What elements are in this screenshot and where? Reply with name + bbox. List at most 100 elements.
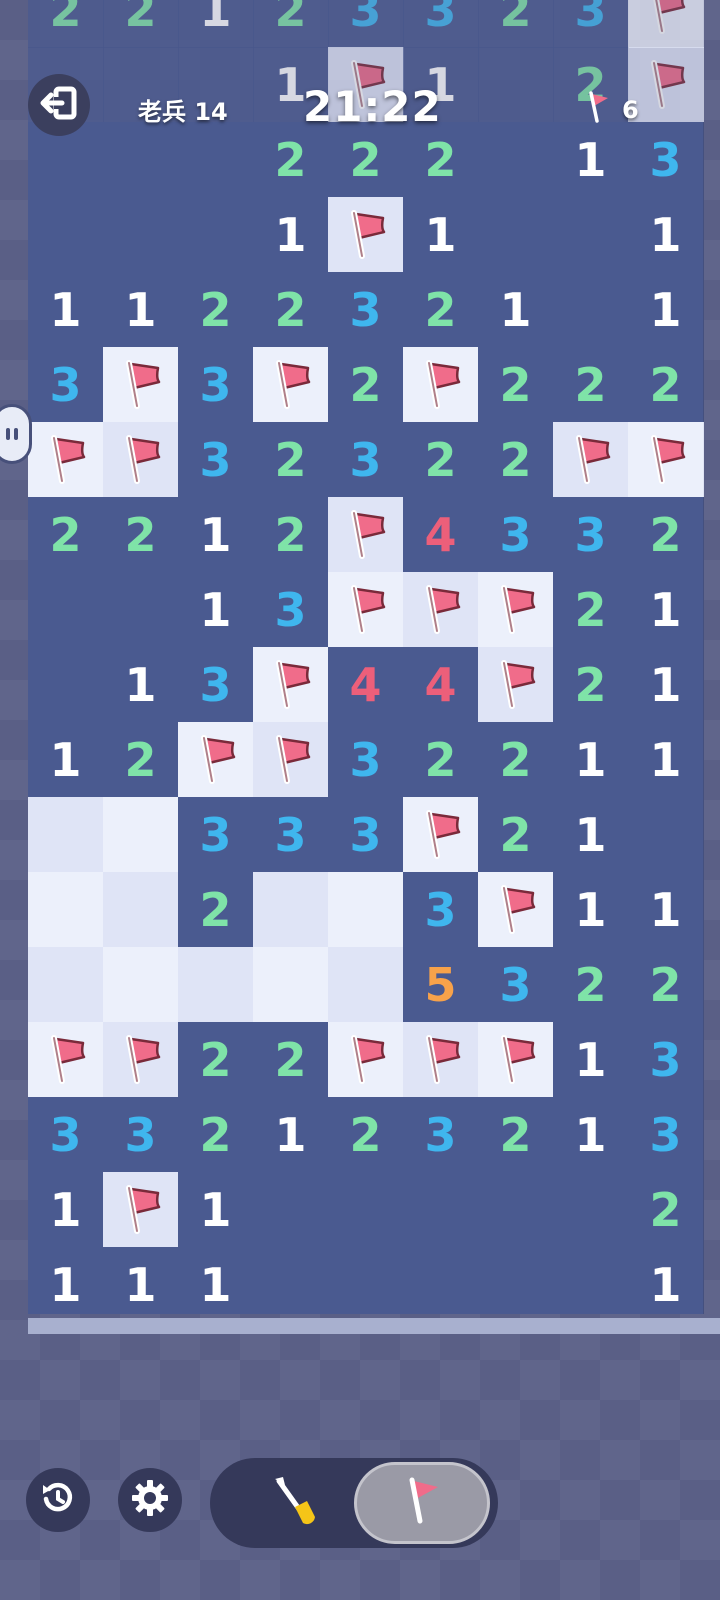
- empty-cell[interactable]: [28, 797, 104, 873]
- number-cell[interactable]: 1: [628, 572, 704, 648]
- revealed-blank-cell[interactable]: [328, 1247, 404, 1314]
- dig-mode-button[interactable]: [230, 1458, 360, 1548]
- revealed-blank-cell[interactable]: [553, 197, 629, 273]
- flagged-cell[interactable]: [478, 572, 554, 648]
- number-cell[interactable]: 2: [478, 0, 554, 48]
- number-cell[interactable]: 2: [103, 0, 179, 48]
- flagged-cell[interactable]: [328, 572, 404, 648]
- number-cell[interactable]: 3: [328, 797, 404, 873]
- empty-cell[interactable]: [253, 947, 329, 1023]
- flagged-cell[interactable]: [328, 197, 404, 273]
- flagged-cell[interactable]: [328, 497, 404, 573]
- number-cell[interactable]: 3: [403, 0, 479, 48]
- flagged-cell[interactable]: [478, 1022, 554, 1098]
- revealed-blank-cell[interactable]: [553, 1247, 629, 1314]
- number-cell[interactable]: 1: [553, 1097, 629, 1173]
- number-cell[interactable]: 2: [253, 122, 329, 198]
- number-cell[interactable]: 2: [28, 0, 104, 48]
- empty-cell[interactable]: [28, 947, 104, 1023]
- revealed-blank-cell[interactable]: [28, 197, 104, 273]
- number-cell[interactable]: 4: [328, 647, 404, 723]
- revealed-blank-cell[interactable]: [103, 197, 179, 273]
- number-cell[interactable]: 2: [478, 722, 554, 798]
- flagged-cell[interactable]: [628, 0, 704, 48]
- number-cell[interactable]: 2: [328, 347, 404, 423]
- number-cell[interactable]: 1: [253, 197, 329, 273]
- number-cell[interactable]: 2: [628, 947, 704, 1023]
- revealed-blank-cell[interactable]: [253, 1247, 329, 1314]
- revealed-blank-cell[interactable]: [178, 122, 254, 198]
- number-cell[interactable]: 3: [478, 497, 554, 573]
- flagged-cell[interactable]: [328, 1022, 404, 1098]
- number-cell[interactable]: 3: [628, 1022, 704, 1098]
- number-cell[interactable]: 3: [628, 122, 704, 198]
- number-cell[interactable]: 2: [103, 497, 179, 573]
- number-cell[interactable]: 1: [103, 1247, 179, 1314]
- number-cell[interactable]: 2: [403, 122, 479, 198]
- flagged-cell[interactable]: [253, 722, 329, 798]
- flagged-cell[interactable]: [103, 1172, 179, 1248]
- number-cell[interactable]: 1: [628, 647, 704, 723]
- number-cell[interactable]: 3: [178, 422, 254, 498]
- number-cell[interactable]: 2: [478, 422, 554, 498]
- number-cell[interactable]: 2: [253, 0, 329, 48]
- number-cell[interactable]: 2: [403, 422, 479, 498]
- number-cell[interactable]: 1: [103, 272, 179, 348]
- number-cell[interactable]: 1: [178, 1172, 254, 1248]
- number-cell[interactable]: 1: [553, 797, 629, 873]
- flagged-cell[interactable]: [28, 422, 104, 498]
- revealed-blank-cell[interactable]: [103, 572, 179, 648]
- revealed-blank-cell[interactable]: [553, 272, 629, 348]
- number-cell[interactable]: 3: [328, 422, 404, 498]
- number-cell[interactable]: 1: [103, 647, 179, 723]
- empty-cell[interactable]: [103, 872, 179, 948]
- flagged-cell[interactable]: [628, 422, 704, 498]
- flagged-cell[interactable]: [103, 1022, 179, 1098]
- number-cell[interactable]: 3: [628, 1097, 704, 1173]
- number-cell[interactable]: 2: [253, 497, 329, 573]
- number-cell[interactable]: 2: [403, 722, 479, 798]
- flagged-cell[interactable]: [478, 647, 554, 723]
- number-cell[interactable]: 2: [328, 1097, 404, 1173]
- empty-cell[interactable]: [103, 797, 179, 873]
- number-cell[interactable]: 1: [553, 722, 629, 798]
- revealed-blank-cell[interactable]: [178, 197, 254, 273]
- empty-cell[interactable]: [103, 947, 179, 1023]
- number-cell[interactable]: 3: [328, 0, 404, 48]
- number-cell[interactable]: 2: [328, 122, 404, 198]
- number-cell[interactable]: 2: [478, 347, 554, 423]
- number-cell[interactable]: 2: [553, 572, 629, 648]
- number-cell[interactable]: 1: [28, 272, 104, 348]
- number-cell[interactable]: 3: [28, 1097, 104, 1173]
- number-cell[interactable]: 1: [28, 1247, 104, 1314]
- number-cell[interactable]: 1: [178, 497, 254, 573]
- revealed-blank-cell[interactable]: [553, 1172, 629, 1248]
- number-cell[interactable]: 1: [178, 1247, 254, 1314]
- revealed-blank-cell[interactable]: [328, 1172, 404, 1248]
- number-cell[interactable]: 1: [28, 1172, 104, 1248]
- number-cell[interactable]: 2: [553, 947, 629, 1023]
- number-cell[interactable]: 2: [628, 1172, 704, 1248]
- number-cell[interactable]: 1: [178, 0, 254, 48]
- flagged-cell[interactable]: [253, 647, 329, 723]
- number-cell[interactable]: 1: [178, 572, 254, 648]
- number-cell[interactable]: 1: [28, 722, 104, 798]
- number-cell[interactable]: 2: [553, 347, 629, 423]
- number-cell[interactable]: 1: [628, 272, 704, 348]
- number-cell[interactable]: 2: [628, 347, 704, 423]
- number-cell[interactable]: 2: [28, 497, 104, 573]
- number-cell[interactable]: 1: [478, 272, 554, 348]
- number-cell[interactable]: 1: [628, 1247, 704, 1314]
- number-cell[interactable]: 3: [403, 872, 479, 948]
- flagged-cell[interactable]: [103, 347, 179, 423]
- number-cell[interactable]: 2: [253, 272, 329, 348]
- number-cell[interactable]: 3: [178, 797, 254, 873]
- empty-cell[interactable]: [28, 872, 104, 948]
- flagged-cell[interactable]: [403, 1022, 479, 1098]
- number-cell[interactable]: 3: [178, 347, 254, 423]
- number-cell[interactable]: 2: [553, 647, 629, 723]
- exit-button[interactable]: [28, 74, 90, 136]
- empty-cell[interactable]: [253, 872, 329, 948]
- flagged-cell[interactable]: [403, 797, 479, 873]
- number-cell[interactable]: 2: [103, 722, 179, 798]
